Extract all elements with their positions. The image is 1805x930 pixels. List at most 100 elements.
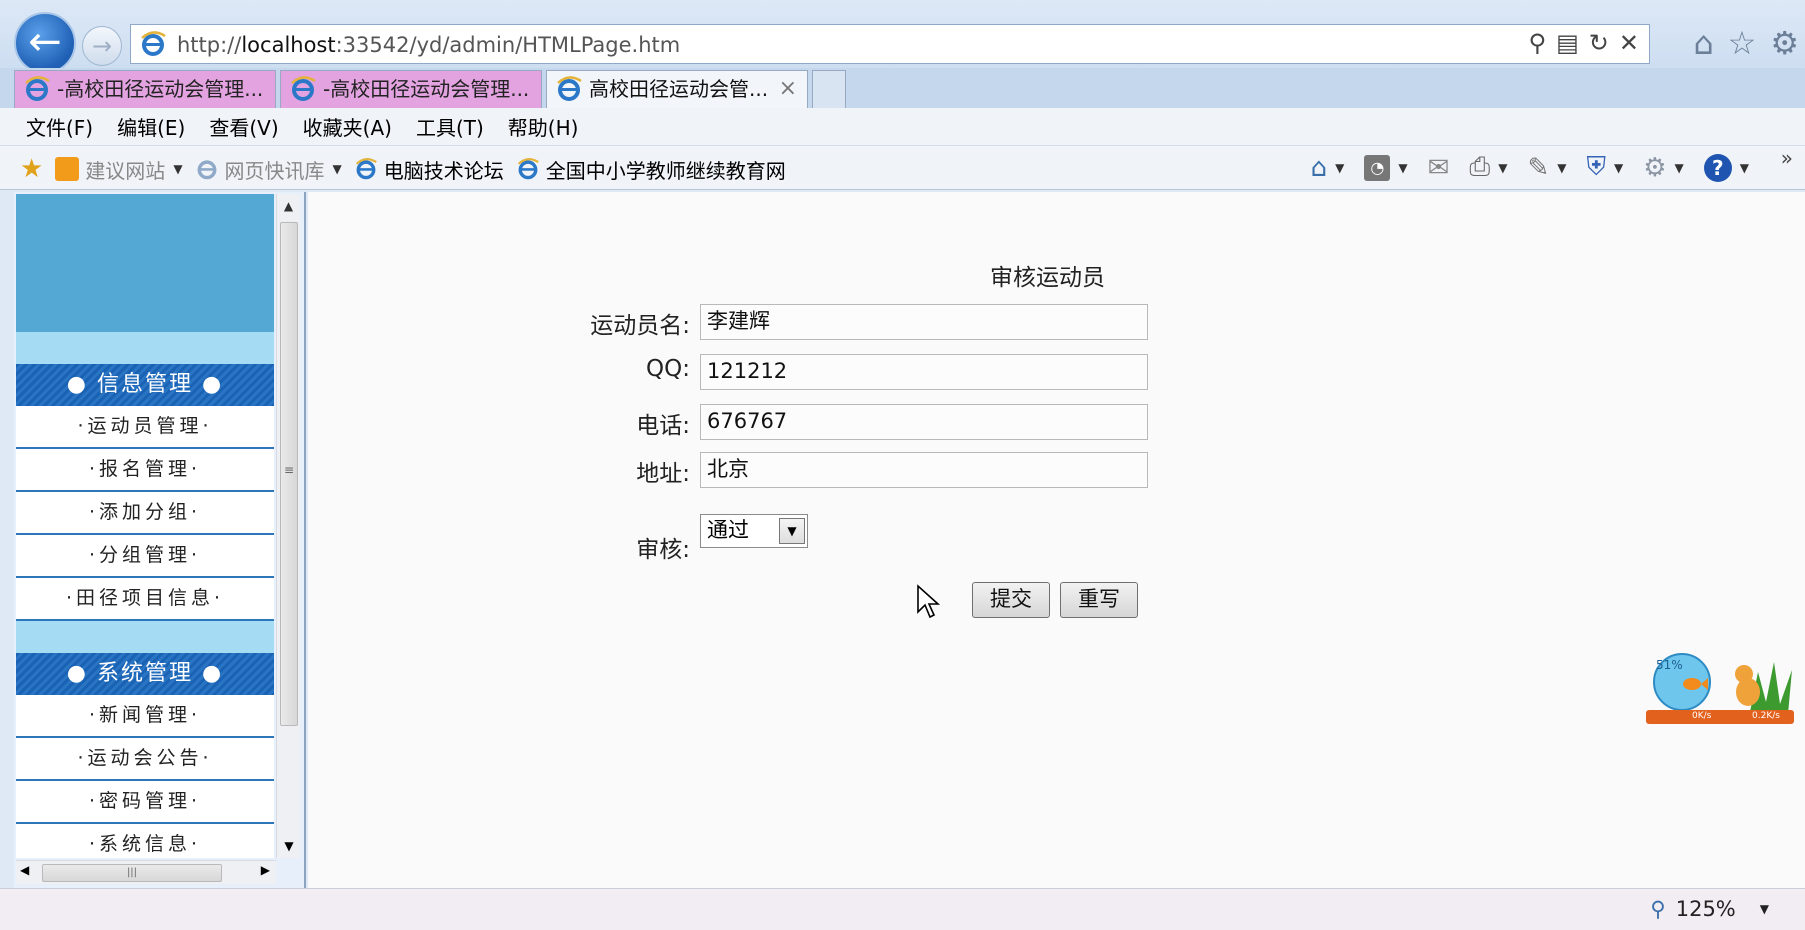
cmd-feeds[interactable]: ◔ ▼ [1364,154,1408,181]
zoom-level: 125% [1675,897,1736,921]
gear-icon: ⚙ [1643,152,1667,183]
home-icon: ⌂ [1310,152,1328,183]
tab-2[interactable]: -高校田径运动会管理... [280,70,542,108]
menu-favorites[interactable]: 收藏夹(A) [303,112,392,141]
menu-view[interactable]: 查看(V) [209,112,278,141]
cmd-home[interactable]: ⌂ ▼ [1311,153,1345,183]
main-frame: 审核运动员 运动员名: 李建辉 QQ: 121212 电话: 676767 地址… [308,192,1805,888]
sidebar-item-group-management[interactable]: ·分组管理· [16,535,274,578]
menu-help[interactable]: 帮助(H) [508,112,579,141]
address-input[interactable]: 北京 [700,452,1148,488]
address-url[interactable]: http://localhost:33542/yd/admin/HTMLPage… [177,33,680,57]
menu-bar: 文件(F) 编辑(E) 查看(V) 收藏夹(A) 工具(T) 帮助(H) [0,108,1805,146]
phone-input[interactable]: 676767 [700,404,1148,440]
fav-teacher-education[interactable]: 全国中小学教师继续教育网 [516,155,786,184]
sidebar: ● 信息管理 ● ·运动员管理· ·报名管理· ·添加分组· ·分组管理· ·田… [16,194,274,858]
cmd-help[interactable]: ? ▼ [1703,153,1749,182]
tab-strip: -高校田径运动会管理... -高校田径运动会管理... 高校田径运动会管... … [0,68,1805,108]
zoom-control[interactable]: ⚲ 125% ▼ [1650,897,1769,921]
fav-suggested-sites[interactable]: 建议网站 ▼ [55,155,183,184]
refresh-icon[interactable]: ↻ [1589,29,1609,57]
athlete-name-input[interactable]: 李建辉 [700,304,1148,340]
chevron-down-icon[interactable]: ▼ [779,518,805,544]
scroll-thumb[interactable]: ||| [42,864,222,882]
scroll-left-icon[interactable]: ◀ [20,863,29,877]
address-bar[interactable]: http://localhost:33542/yd/admin/HTMLPage… [130,24,1650,64]
sidebar-horizontal-scrollbar[interactable]: ◀ ||| ▶ [16,860,276,884]
zoom-magnifier-icon: ⚲ [1650,897,1666,921]
review-select[interactable]: 通过 ▼ [700,514,808,548]
sidebar-item-add-group[interactable]: ·添加分组· [16,492,274,535]
sidebar-banner [16,194,274,332]
cmd-tools[interactable]: ⚙ ▼ [1643,153,1684,183]
sidebar-item-athlete-management[interactable]: ·运动员管理· [16,406,274,449]
review-selected-value: 通过 [707,518,749,542]
widget-down-speed: 0K/s [1692,711,1712,721]
command-bar: ⌂ ▼ ◔ ▼ ✉ ⎙ ▼ ✎ ▼ ⛨ ▼ ⚙ ▼ ? ▼ [1311,152,1749,183]
address-tools: ⚲ ▤ ↻ ✕ [1529,29,1639,57]
menu-edit[interactable]: 编辑(E) [117,112,185,141]
ie-tab-icon [557,76,582,101]
chevron-more-icon[interactable]: » [1781,146,1793,170]
forward-arrow-icon: → [91,32,113,60]
sidebar-item-event-info[interactable]: ·田径项目信息· [16,578,274,621]
ie-fav-icon [517,158,539,180]
page-title: 审核运动员 [990,265,1105,291]
sidebar-item-password-management[interactable]: ·密码管理· [16,781,274,824]
compatibility-view-icon[interactable]: ▤ [1556,29,1579,57]
widget-up-speed: 0.2K/s [1752,711,1780,721]
back-button[interactable]: ← [14,12,76,74]
favorites-star-icon[interactable]: ☆ [1728,24,1757,62]
sidebar-item-news-management[interactable]: ·新闻管理· [16,695,274,738]
sidebar-vertical-scrollbar[interactable]: ▲ ≡ ▼ [276,194,300,858]
new-tab-button[interactable] [812,70,846,108]
athlete-name-label: 运动员名: [590,313,690,339]
tab-close-icon[interactable]: × [779,71,797,107]
sidebar-section-info: ● 信息管理 ● [16,364,274,406]
ie-tab-icon [291,76,316,101]
ie-fav-icon [355,158,377,180]
sidebar-item-registration-management[interactable]: ·报名管理· [16,449,274,492]
print-icon: ⎙ [1469,152,1491,182]
browser-right-tools: ⌂ ☆ ⚙ [1693,24,1799,62]
favorites-bar: ★ 建议网站 ▼ 网页快讯库 ▼ 电脑技术论坛 全国中小学教师继续教育网 ⌂ ▼ ◔ ▼… [0,146,1805,190]
menu-file[interactable]: 文件(F) [26,112,93,141]
cmd-mail[interactable]: ✉ [1428,153,1450,183]
search-icon[interactable]: ⚲ [1529,29,1547,57]
qq-input[interactable]: 121212 [700,354,1148,390]
fav-pc-forum[interactable]: 电脑技术论坛 [354,155,504,184]
sidebar-item-announcements[interactable]: ·运动会公告· [16,738,274,781]
chevron-down-icon[interactable]: ▼ [1760,902,1769,916]
cmd-safety[interactable]: ⛨ ▼ [1586,152,1623,183]
reset-button[interactable]: 重写 [1060,582,1138,618]
tab-3-active[interactable]: 高校田径运动会管... × [546,70,808,108]
ie-page-icon [141,31,166,56]
home-icon[interactable]: ⌂ [1693,24,1713,62]
menu-tools[interactable]: 工具(T) [416,112,484,141]
sidebar-item-system-info[interactable]: ·系统信息· [16,824,274,858]
qq-label: QQ: [646,356,690,382]
fav-web-slice[interactable]: 网页快讯库 ▼ [195,155,342,184]
scroll-thumb[interactable]: ≡ [280,222,298,726]
tab-label: -高校田径运动会管理... [323,77,530,101]
stop-icon[interactable]: ✕ [1619,29,1639,57]
network-monitor-widget[interactable]: 51% 0K/s 0.2K/s [1640,652,1800,730]
favorites-add-star-icon[interactable]: ★ [20,154,43,184]
widget-percent: 51% [1656,658,1683,672]
chevron-down-icon: ▼ [173,162,183,176]
forward-button[interactable]: → [82,26,122,66]
settings-gear-icon[interactable]: ⚙ [1770,24,1799,62]
rss-icon: ◔ [1364,154,1391,181]
tab-1[interactable]: -高校田径运动会管理... [14,70,276,108]
page-icon: ✎ [1527,152,1550,183]
mouse-cursor-icon [917,584,941,619]
review-label: 审核: [636,537,690,563]
cmd-print[interactable]: ⎙ ▼ [1469,152,1507,183]
scroll-right-icon[interactable]: ▶ [261,863,270,877]
scroll-up-icon[interactable]: ▲ [277,194,300,218]
cmd-page[interactable]: ✎ ▼ [1527,153,1566,183]
sidebar-section-system: ● 系统管理 ● [16,653,274,695]
submit-button[interactable]: 提交 [972,582,1050,618]
ie-tab-icon [25,76,50,101]
scroll-down-icon[interactable]: ▼ [277,834,301,858]
